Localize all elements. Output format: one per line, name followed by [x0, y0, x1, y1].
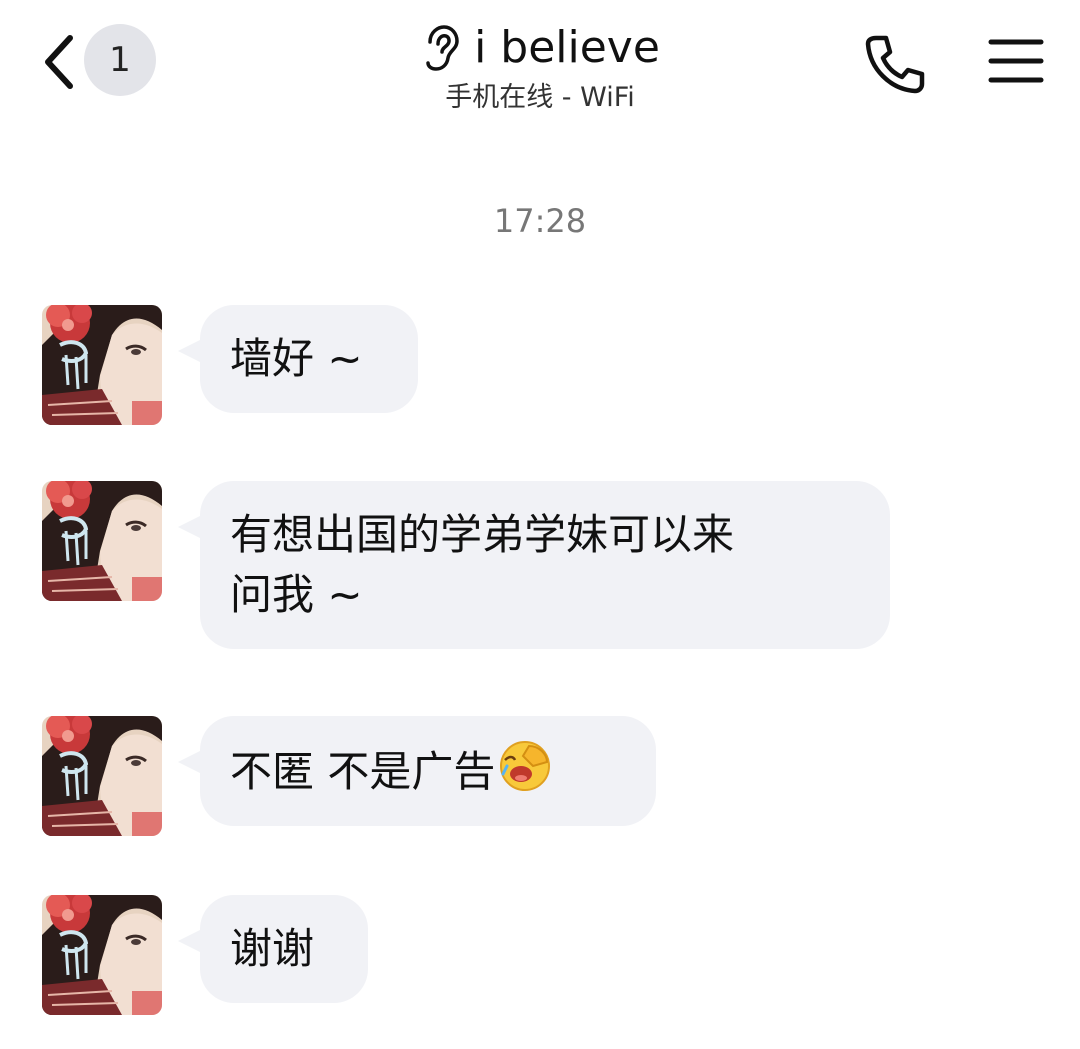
- menu-button[interactable]: [988, 36, 1044, 86]
- facepalm-laugh-emoji-icon: [499, 740, 551, 792]
- message-bubble[interactable]: 有想出国的学弟学妹可以来 问我 ~: [178, 481, 890, 649]
- ear-icon[interactable]: [420, 24, 460, 72]
- chat-header: 1 i believe 手机在线 - WiFi: [0, 0, 1080, 130]
- title-row: i believe: [420, 20, 660, 76]
- message-timestamp: 17:28: [493, 202, 587, 240]
- avatar[interactable]: [42, 895, 162, 1015]
- avatar[interactable]: [42, 716, 162, 836]
- message-bubble[interactable]: 墙好 ~: [178, 305, 418, 413]
- message-text: 不匿 不是广告: [230, 747, 496, 796]
- voice-call-button[interactable]: [862, 32, 926, 96]
- message-bubble[interactable]: 谢谢: [178, 895, 368, 1003]
- avatar[interactable]: [42, 305, 162, 425]
- avatar[interactable]: [42, 481, 162, 601]
- menu-icon: [988, 39, 1044, 83]
- contact-name[interactable]: i believe: [474, 20, 660, 76]
- message-bubble[interactable]: 不匿 不是广告: [178, 716, 656, 826]
- phone-icon: [865, 35, 925, 94]
